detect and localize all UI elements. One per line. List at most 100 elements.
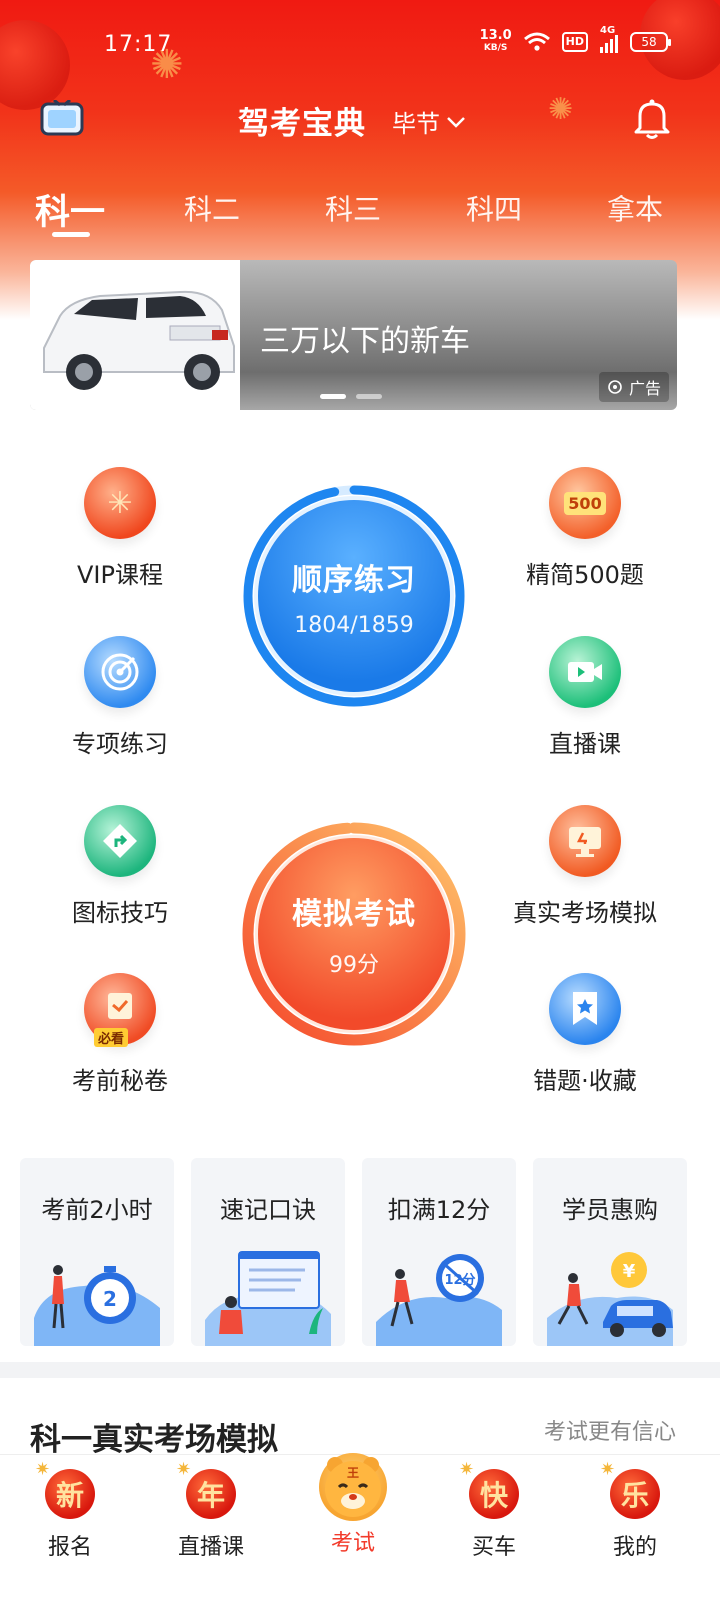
net-speed-value: 13.0 <box>479 28 512 43</box>
feature-sign-tips[interactable]: 图标技巧 <box>45 805 195 928</box>
bottom-nav: 新 报名 年 直播课 王 考试 快 买车 乐 我的 <box>0 1453 720 1600</box>
card-student-discount[interactable]: 学员惠购 ¥ <box>533 1158 687 1346</box>
mock-exam-score: 99分 <box>329 953 379 978</box>
feature-label: 考前秘卷 <box>72 1067 168 1095</box>
car-purchase-illustration: ¥ <box>547 1252 673 1346</box>
title-bar: 驾考宝典 毕节 <box>0 96 720 146</box>
sequential-practice-progress: 1804/1859 <box>294 612 414 638</box>
section-subtitle[interactable]: 考试更有信心 <box>544 1414 676 1446</box>
signal-icon: 4G <box>600 25 618 53</box>
road-sign-icon <box>84 805 156 877</box>
feature-label: 精简500题 <box>526 561 644 589</box>
reading-illustration <box>205 1251 331 1346</box>
card-title: 扣满12分 <box>387 1196 491 1224</box>
bell-icon[interactable] <box>632 98 672 140</box>
tiger-mark: 王 <box>347 1466 359 1480</box>
feature-secret-paper[interactable]: 必看 考前秘卷 <box>45 973 195 1096</box>
feature-label: VIP课程 <box>77 561 163 589</box>
feature-special-practice[interactable]: 专项练习 <box>45 636 195 759</box>
pager-dot <box>356 394 382 399</box>
card-2-hours-before-exam[interactable]: 考前2小时 2 <box>20 1158 174 1346</box>
city-selector[interactable]: 毕节 <box>392 104 466 139</box>
section-divider <box>0 1362 720 1378</box>
nav-me[interactable]: 乐 我的 <box>575 1459 695 1561</box>
tab-ke3[interactable]: 科三 <box>303 188 403 228</box>
feature-live-class[interactable]: 直播课 <box>510 636 660 759</box>
app-title: 驾考宝典 <box>238 106 366 142</box>
nav-label: 直播课 <box>177 1535 244 1560</box>
new-year-kuai-icon: 快 <box>459 1459 519 1519</box>
card-memory-mnemonics[interactable]: 速记口诀 <box>191 1158 345 1346</box>
feature-label: 图标技巧 <box>72 899 168 927</box>
network-speed: 13.0 KB/S <box>479 28 512 54</box>
hd-badge: HD <box>561 32 588 52</box>
city-label: 毕节 <box>392 110 440 138</box>
vip-icon: ✳ <box>84 467 156 539</box>
card-title: 速记口诀 <box>220 1196 316 1224</box>
banner-text: 三万以下的新车 <box>260 324 470 359</box>
wifi-icon <box>523 32 550 51</box>
tab-ke1[interactable]: 科一 <box>20 184 120 235</box>
500-badge: 500 <box>564 491 606 515</box>
signal-type: 4G <box>600 25 616 36</box>
nav-label: 买车 <box>471 1535 516 1560</box>
mock-exam-face: 模拟考试 99分 <box>258 838 450 1030</box>
nav-live-class[interactable]: 年 直播课 <box>151 1459 271 1561</box>
ad-badge: 广告 <box>598 372 669 402</box>
stopwatch-illustration: 2 <box>34 1265 160 1346</box>
card-title: 考前2小时 <box>41 1196 153 1224</box>
card-12-points-deducted[interactable]: 扣满12分 12分 <box>362 1158 516 1346</box>
tab-indicator <box>52 232 90 237</box>
new-year-nian-icon: 年 <box>176 1459 236 1519</box>
ad-info-icon <box>608 380 622 394</box>
feature-500-questions[interactable]: 500 精简500题 <box>510 467 660 590</box>
sequential-practice-title: 顺序练习 <box>292 562 416 598</box>
yuan-symbol: ¥ <box>623 1261 636 1282</box>
card-title: 学员惠购 <box>562 1196 658 1224</box>
nav-label: 我的 <box>612 1535 657 1560</box>
banner-pager <box>320 394 382 399</box>
tv-icon[interactable] <box>40 100 84 136</box>
tab-ke2[interactable]: 科二 <box>162 188 262 228</box>
feature-vip-course[interactable]: ✳ VIP课程 <box>45 467 195 590</box>
feature-real-exam-sim[interactable]: 真实考场模拟 <box>510 805 660 928</box>
pager-dot-active <box>320 394 346 399</box>
ad-label: 广告 <box>628 379 661 398</box>
nav-exam[interactable]: 王 考试 <box>293 1453 413 1557</box>
car-image <box>30 260 240 410</box>
status-icons: 13.0 KB/S HD 4G 58 <box>479 25 671 54</box>
subject-tabs: 科一 科二 科三 科四 拿本 <box>0 182 720 242</box>
nav-label: 考试 <box>330 1531 375 1556</box>
must-read-icon: 必看 <box>84 973 156 1047</box>
feature-label: 专项练习 <box>72 730 168 758</box>
status-time: 17:17 <box>104 32 173 57</box>
car-illustration <box>43 290 235 390</box>
sequential-practice-face: 顺序练习 1804/1859 <box>258 500 450 692</box>
battery-icon: 58 <box>630 32 671 52</box>
section-title: 科一真实考场模拟 <box>30 1422 278 1458</box>
nav-label: 报名 <box>47 1535 92 1560</box>
must-read-tag: 必看 <box>94 1028 129 1047</box>
monitor-icon <box>549 805 621 877</box>
stopwatch-number: 2 <box>103 1287 117 1311</box>
status-bar: 17:17 13.0 KB/S HD 4G 58 <box>0 25 720 64</box>
nav-buy-car[interactable]: 快 买车 <box>434 1459 554 1561</box>
mock-exam-title: 模拟考试 <box>292 897 416 932</box>
mock-exam-button[interactable]: 模拟考试 99分 <box>240 820 468 1048</box>
feature-mistakes-favorites[interactable]: 错题·收藏 <box>510 973 660 1096</box>
tab-ke4[interactable]: 科四 <box>444 188 544 228</box>
target-icon <box>84 636 156 708</box>
battery-level: 58 <box>641 35 657 49</box>
nav-signup[interactable]: 新 报名 <box>10 1459 130 1561</box>
chevron-down-icon <box>447 116 465 128</box>
tiger-icon: 王 <box>319 1453 387 1521</box>
ad-banner[interactable]: 三万以下的新车 广告 <box>30 260 677 410</box>
net-speed-unit: KB/S <box>483 43 508 53</box>
500-icon: 500 <box>549 467 621 539</box>
new-year-le-icon: 乐 <box>600 1459 660 1519</box>
tab-naben[interactable]: 拿本 <box>585 188 685 228</box>
points-illustration: 12分 <box>376 1254 502 1346</box>
feature-label: 真实考场模拟 <box>513 899 657 927</box>
bookmark-star-icon <box>549 973 621 1045</box>
sequential-practice-button[interactable]: 顺序练习 1804/1859 <box>240 482 468 710</box>
